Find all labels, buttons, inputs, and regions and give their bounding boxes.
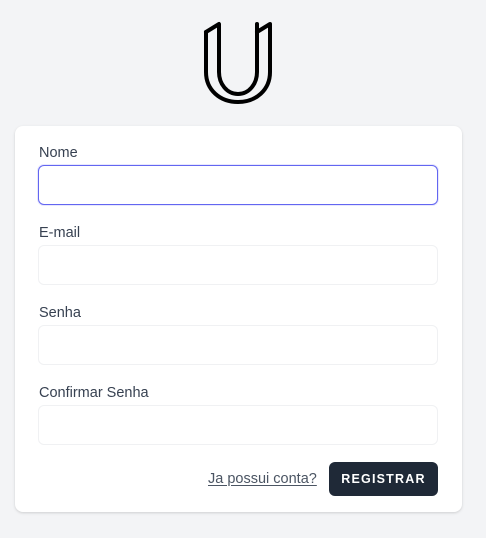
nome-input[interactable]	[38, 165, 438, 205]
register-button[interactable]: REGISTRAR	[329, 462, 438, 496]
email-label: E-mail	[39, 225, 81, 241]
senha-label: Senha	[39, 305, 81, 321]
login-link[interactable]: Ja possui conta?	[208, 470, 317, 488]
register-card: Nome E-mail Senha Confirmar Senha Ja pos…	[15, 126, 462, 512]
email-input[interactable]	[38, 245, 438, 285]
confirmar-senha-input[interactable]	[38, 405, 438, 445]
senha-input[interactable]	[38, 325, 438, 365]
nome-label: Nome	[39, 145, 78, 161]
u-logo-icon	[204, 22, 272, 104]
confirmar-senha-label: Confirmar Senha	[39, 385, 149, 401]
